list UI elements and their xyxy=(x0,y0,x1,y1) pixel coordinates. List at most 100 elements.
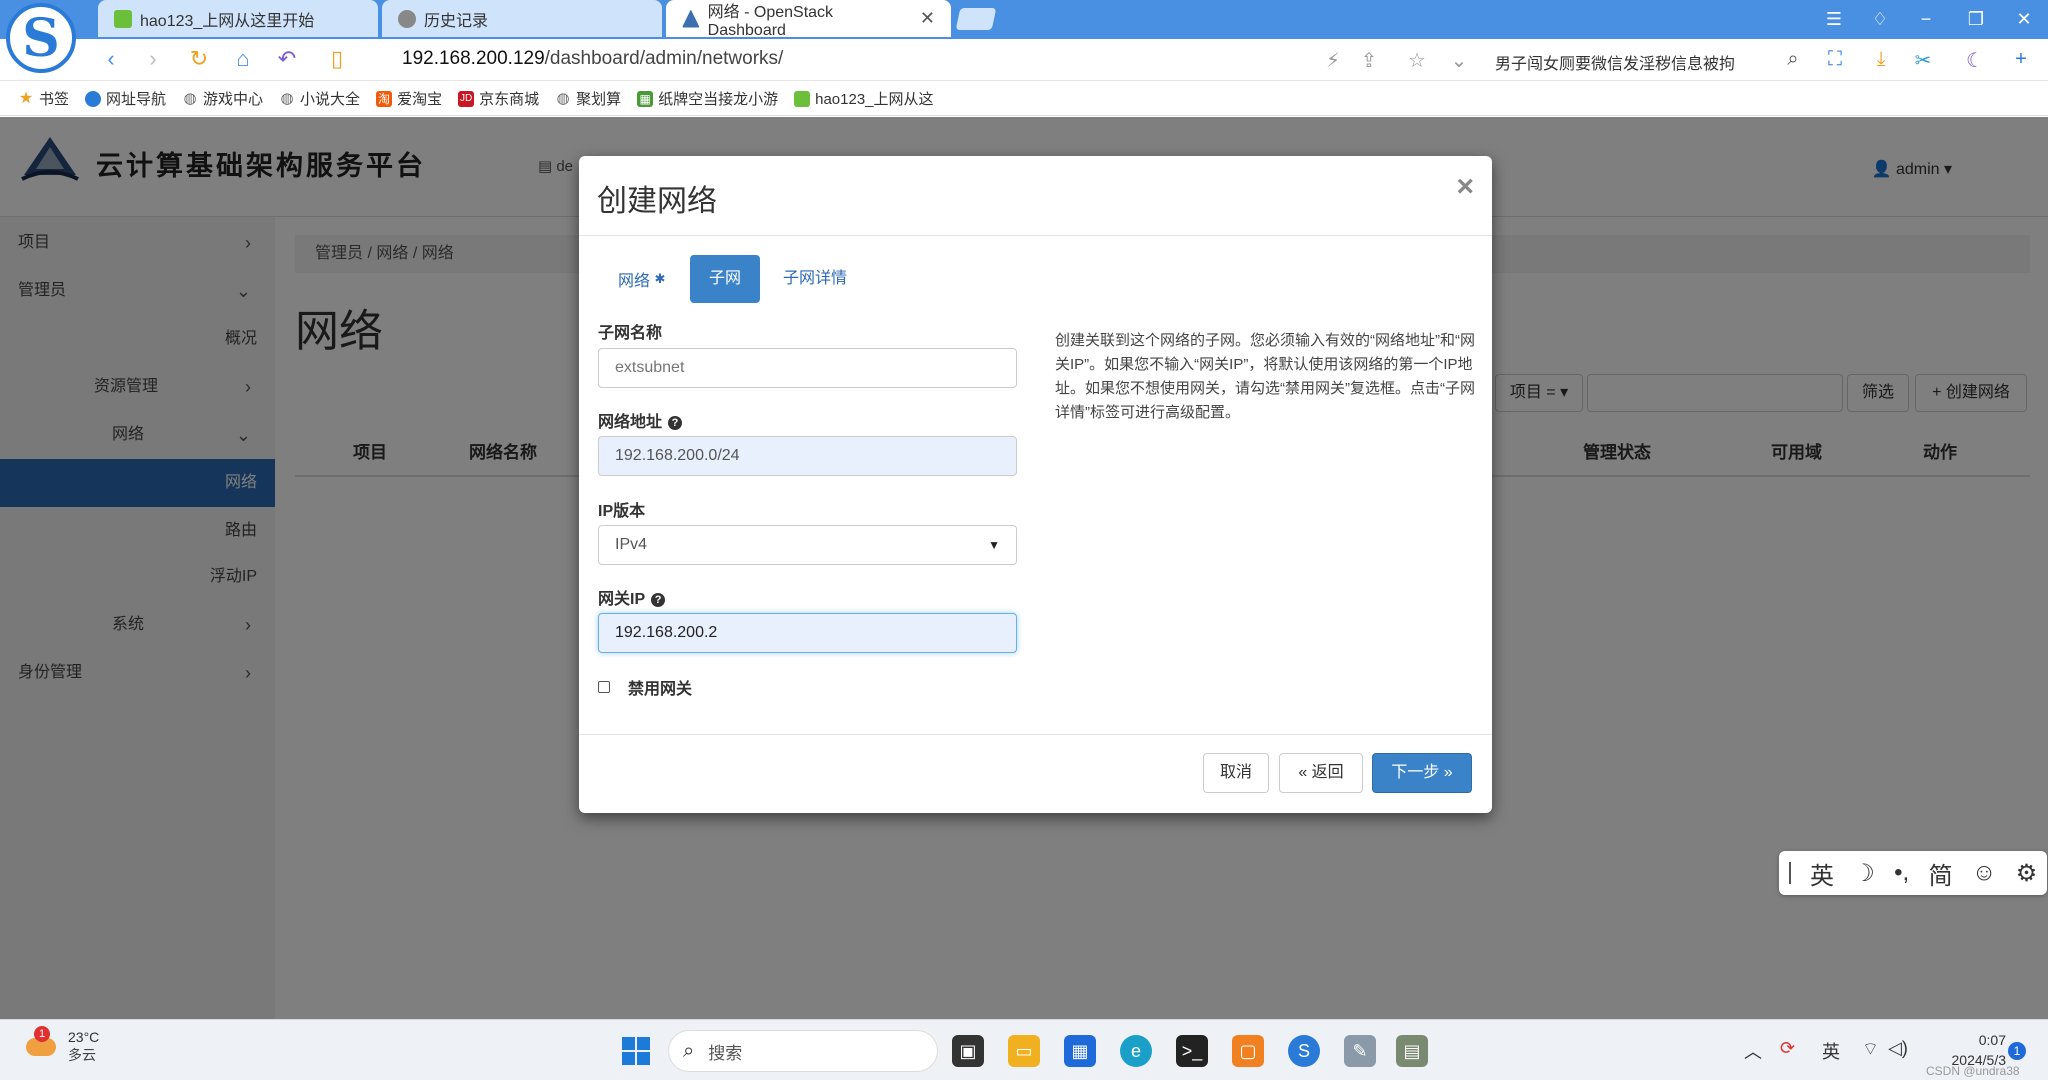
next-button[interactable]: 下一步 » xyxy=(1372,753,1472,793)
share-icon[interactable]: ⇪ xyxy=(1356,48,1382,73)
hao123-icon xyxy=(114,9,132,28)
taskbar: 1 23°C 多云 ⌕ 搜索 ▣ ▭ ▦ e >_ ▢ S ✎ ▤ ︿ ⟳ 英 … xyxy=(0,1019,2048,1080)
task-view-icon[interactable]: ▣ xyxy=(952,1035,984,1067)
file-explorer-icon[interactable]: ▭ xyxy=(1008,1035,1040,1067)
weather-widget[interactable]: 1 23°C 多云 xyxy=(22,1026,99,1064)
jd-icon: JD xyxy=(458,90,475,107)
skin-icon[interactable]: ♢ xyxy=(1864,6,1896,32)
back-icon[interactable]: ‹ xyxy=(96,46,126,72)
notification-badge[interactable]: 1 xyxy=(2008,1042,2026,1060)
weather-badge: 1 xyxy=(34,1026,50,1042)
forward-icon[interactable]: › xyxy=(138,46,168,72)
bookmark-item[interactable]: 网址导航 xyxy=(85,88,166,109)
bookmark-item[interactable]: hao123_上网从这 xyxy=(794,88,934,109)
browser-tab-history[interactable]: 历史记录 xyxy=(382,0,662,37)
browser-tab-openstack[interactable]: 网络 - OpenStack Dashboard ✕ xyxy=(666,0,951,39)
download-icon[interactable]: ⤓ xyxy=(1868,48,1894,71)
caret-down-icon: ▼ xyxy=(988,538,1000,552)
drag-handle[interactable] xyxy=(1788,862,1791,884)
network-address-input[interactable]: 192.168.200.0/24 xyxy=(598,436,1017,476)
help-text: 创建关联到这个网络的子网。您必须输入有效的“网络地址”和“网关IP”。如果您不输… xyxy=(1055,332,1475,421)
disable-gateway-label: 禁用网关 xyxy=(628,681,693,698)
tab-subnet[interactable]: 子网 xyxy=(690,255,760,303)
ip-version-select[interactable]: IPv4 ▼ xyxy=(598,525,1017,565)
sync-icon[interactable]: ⟳ xyxy=(1780,1038,1795,1059)
star-icon[interactable]: ☆ xyxy=(1404,48,1430,73)
bookmark-item[interactable]: JD 京东商城 xyxy=(458,88,539,109)
store-icon[interactable]: ▦ xyxy=(1064,1035,1096,1067)
bookmark-item[interactable]: ◍ 小说大全 xyxy=(279,88,361,109)
windows-start-icon[interactable] xyxy=(620,1035,652,1067)
weather-temp: 23°C xyxy=(68,1029,100,1045)
bookmark-item[interactable]: ◍ 聚划算 xyxy=(555,88,622,109)
volume-icon[interactable]: ◁) xyxy=(1888,1038,1908,1059)
bookmark-item[interactable]: ◍ 游戏中心 xyxy=(182,88,263,109)
close-tab-icon[interactable]: ✕ xyxy=(920,8,935,29)
taskbar-search[interactable]: ⌕ 搜索 xyxy=(668,1030,938,1072)
news-ticker[interactable]: 男子闯女厕要微信发淫秽信息被拘 xyxy=(1495,50,1780,74)
gateway-ip-input[interactable]: 192.168.200.2 xyxy=(598,613,1017,653)
clock-time: 0:07 xyxy=(1978,1032,2006,1048)
reader-icon[interactable]: ▯ xyxy=(322,46,352,72)
modal-title: 创建网络 xyxy=(597,185,717,218)
star-icon: ★ xyxy=(18,89,34,107)
help-icon[interactable]: ? xyxy=(651,593,666,607)
ime-lang-toggle[interactable]: 英 xyxy=(1810,856,1834,891)
bolt-icon[interactable]: ⚡ xyxy=(1320,48,1346,73)
create-network-modal: 创建网络 × 网络 ✱ 子网 子网详情 子网名称 网络地址? 192.168.2… xyxy=(579,156,1492,813)
plus-icon[interactable]: + xyxy=(2008,48,2034,71)
chevron-down-icon[interactable]: ⌄ xyxy=(1446,48,1472,73)
menu-icon[interactable]: ☰ xyxy=(1818,6,1850,32)
ime-simplified-toggle[interactable]: 简 xyxy=(1929,856,1953,891)
cancel-button[interactable]: 取消 xyxy=(1203,753,1269,793)
settings-icon[interactable]: ⚙ xyxy=(2016,859,2038,888)
subnet-name-input[interactable] xyxy=(598,348,1017,388)
network-address-label: 网络地址? xyxy=(598,408,683,432)
bookmark-item[interactable]: ★ 书签 xyxy=(18,88,69,109)
search-icon[interactable]: ⌕ xyxy=(1780,48,1806,71)
clock-icon xyxy=(398,9,416,28)
taobao-icon: 淘 xyxy=(376,90,393,107)
moon-icon[interactable]: ☾ xyxy=(1962,48,1988,73)
paint-icon[interactable]: ✎ xyxy=(1344,1035,1376,1067)
undo-icon[interactable]: ↶ xyxy=(272,46,302,72)
sogou-browser-icon[interactable]: S xyxy=(1288,1035,1320,1067)
tray-expand-icon[interactable]: ︿ xyxy=(1744,1038,1762,1064)
restore-icon[interactable]: ❐ xyxy=(1960,6,1992,32)
emoji-icon[interactable]: ☺ xyxy=(1972,859,1997,887)
globe-icon: ◍ xyxy=(280,89,294,107)
ime-indicator[interactable]: 英 xyxy=(1822,1038,1840,1064)
browser-tab-hao123[interactable]: hao123_上网从这里开始 xyxy=(98,0,378,37)
disable-gateway-checkbox[interactable] xyxy=(598,681,610,693)
bookmark-item[interactable]: 淘爱淘宝 xyxy=(376,88,442,109)
subnet-name-label: 子网名称 xyxy=(598,325,663,342)
translate-icon[interactable]: ⛶ xyxy=(1822,48,1848,71)
moon-icon[interactable]: ☽ xyxy=(1853,859,1875,888)
bookmark-item[interactable]: ▦ 纸牌空当接龙小游 xyxy=(637,88,778,109)
game-icon: ▦ xyxy=(637,90,654,107)
disable-gateway-row: 禁用网关 xyxy=(598,675,692,699)
help-icon[interactable]: ? xyxy=(668,416,683,430)
url-field[interactable]: 192.168.200.129/dashboard/admin/networks… xyxy=(402,48,783,70)
back-button[interactable]: « 返回 xyxy=(1279,753,1363,793)
minimize-icon[interactable]: − xyxy=(1910,6,1942,32)
tab-subnet-details[interactable]: 子网详情 xyxy=(763,255,867,303)
scissors-icon[interactable]: ✂ xyxy=(1910,48,1936,73)
app-icon[interactable]: ▤ xyxy=(1396,1035,1428,1067)
punctuation-icon[interactable]: •, xyxy=(1894,859,1909,887)
bookmarks-bar: ★ 书签 网址导航 ◍ 游戏中心 ◍ 小说大全 淘爱淘宝 JD 京东商城 ◍ 聚划算 ▦ 纸… xyxy=(0,82,2048,116)
close-icon[interactable]: × xyxy=(1456,170,1474,204)
vmware-icon[interactable]: ▢ xyxy=(1232,1035,1264,1067)
terminal-icon[interactable]: >_ xyxy=(1176,1035,1208,1067)
tab-network[interactable]: 网络 ✱ xyxy=(598,255,685,303)
globe-icon: ◍ xyxy=(556,89,570,107)
weather-text: 23°C 多云 xyxy=(68,1028,99,1064)
home-icon[interactable]: ⌂ xyxy=(228,46,258,72)
gateway-ip-label: 网关IP? xyxy=(598,585,666,609)
edge-icon[interactable]: e xyxy=(1120,1035,1152,1067)
reload-icon[interactable]: ↻ xyxy=(184,46,214,72)
close-window-icon[interactable]: ✕ xyxy=(2008,6,2040,32)
wifi-icon[interactable]: ⌔ xyxy=(1862,1038,1879,1061)
new-tab-button[interactable] xyxy=(955,8,997,30)
weather-desc: 多云 xyxy=(68,1047,96,1063)
